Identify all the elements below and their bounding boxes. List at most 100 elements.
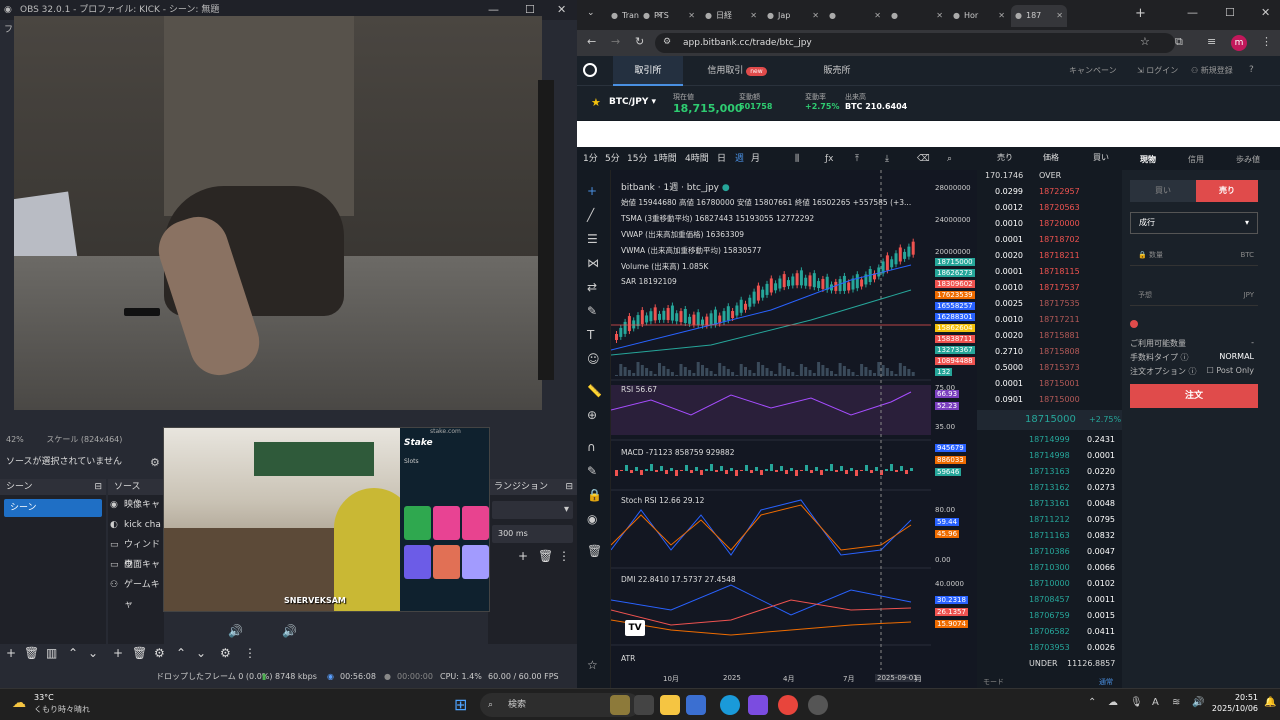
weather-temp[interactable]: 33°C xyxy=(34,693,54,702)
close-icon[interactable]: ✕ xyxy=(812,5,819,27)
tab-spot[interactable]: 現物 xyxy=(1140,154,1156,165)
eye-icon[interactable]: ◉ xyxy=(587,512,597,526)
up-icon[interactable]: ⌃ xyxy=(176,646,186,660)
bid-row[interactable]: 18713161 0.0048 xyxy=(977,496,1122,512)
star-icon[interactable]: ★ xyxy=(591,96,601,109)
audio-settings-icon[interactable]: ⚙ xyxy=(220,646,231,660)
bid-row[interactable]: 18713163 0.0220 xyxy=(977,464,1122,480)
browser-tab[interactable]: ● Hor ✕ xyxy=(949,5,1009,27)
interval-5[interactable]: 日 xyxy=(717,148,726,170)
crosshair-icon[interactable]: + xyxy=(587,184,597,198)
url-input[interactable]: app.bitbank.cc/trade/btc_jpy xyxy=(655,33,1175,53)
ask-row[interactable]: 0.0020 18715881 xyxy=(977,328,1122,344)
profile-avatar[interactable]: m xyxy=(1231,35,1247,51)
brush-icon[interactable]: ✎ xyxy=(587,304,597,318)
browser-tab[interactable]: ● ✕ xyxy=(887,5,947,27)
close-icon[interactable]: ✕ xyxy=(1261,6,1270,19)
copilot-icon[interactable] xyxy=(748,695,768,715)
bid-row[interactable]: 18706759 0.0015 xyxy=(977,608,1122,624)
browser-tab[interactable]: ● Jap ✕ xyxy=(763,5,823,27)
transition-duration[interactable]: 300 ms xyxy=(492,525,573,543)
order-button[interactable]: 注文 xyxy=(1130,384,1258,408)
pattern-icon[interactable]: ⋈ xyxy=(587,256,599,270)
mic-icon[interactable]: 🎙 xyxy=(1130,697,1143,708)
help-icon[interactable]: ? xyxy=(1249,65,1254,75)
chrome-icon[interactable] xyxy=(778,695,798,715)
interval-7[interactable]: 月 xyxy=(751,148,760,170)
add-scene-icon[interactable]: + xyxy=(6,646,16,660)
browser-tab[interactable]: ● 日経 ✕ xyxy=(701,5,761,27)
ask-row[interactable]: 0.0010 18717537 xyxy=(977,280,1122,296)
trash-icon[interactable]: 🗑 xyxy=(24,646,39,660)
notification-icon[interactable]: 🔔 xyxy=(1264,697,1276,708)
emoji-icon[interactable]: ☺ xyxy=(587,352,600,366)
task-view-icon[interactable] xyxy=(634,695,654,715)
forward-icon[interactable]: → xyxy=(611,35,620,48)
down-icon[interactable]: ⌄ xyxy=(196,646,206,660)
interval-3[interactable]: 1時間 xyxy=(653,148,677,170)
bid-row[interactable]: 18706582 0.0411 xyxy=(977,624,1122,640)
edge-icon[interactable] xyxy=(720,695,740,715)
minimize-icon[interactable]: — xyxy=(1187,6,1198,19)
ask-row[interactable]: 0.0901 18715000 xyxy=(977,392,1122,408)
sell-toggle[interactable]: 売り xyxy=(1196,180,1258,202)
bid-row[interactable]: 18710000 0.0102 xyxy=(977,576,1122,592)
filter-icon[interactable]: ▥ xyxy=(46,646,57,660)
pair-selector[interactable]: BTC/JPY ▾ xyxy=(609,97,656,107)
nav-exchange[interactable]: 取引所 xyxy=(613,56,683,86)
maximize-icon[interactable]: ☐ xyxy=(1225,6,1235,19)
file-explorer-icon[interactable] xyxy=(660,695,680,715)
volume-icon[interactable]: 🔊 xyxy=(1192,697,1204,708)
gear-icon[interactable]: ⚙ xyxy=(154,646,165,660)
trash-icon[interactable]: 🗑 xyxy=(587,544,602,558)
trash-icon[interactable]: 🗑 xyxy=(132,646,147,660)
ruler-icon[interactable]: 📏 xyxy=(587,384,602,398)
back-icon[interactable]: ← xyxy=(587,35,596,48)
indicators-icon[interactable]: ƒx xyxy=(825,148,834,170)
clock-date[interactable]: 2025/10/06 xyxy=(1208,704,1258,713)
bitbank-logo-icon[interactable] xyxy=(583,63,597,77)
fib-icon[interactable]: ☰ xyxy=(587,232,598,246)
more-icon[interactable]: ⋮ xyxy=(558,549,570,563)
close-icon[interactable]: ✕ xyxy=(874,5,881,27)
browser-tab[interactable]: ● 187 ✕ xyxy=(1011,5,1067,27)
tab-margin[interactable]: 信用 xyxy=(1188,154,1204,165)
zoom-icon[interactable]: ⌕ xyxy=(947,148,952,170)
interval-6[interactable]: 週 xyxy=(735,148,744,170)
order-type-select[interactable]: 成行 ▾ xyxy=(1130,212,1258,234)
post-only-checkbox[interactable]: ☐ Post Only xyxy=(1207,366,1254,375)
wifi-icon[interactable]: ≋ xyxy=(1172,697,1180,708)
reload-icon[interactable]: ↻ xyxy=(635,35,644,48)
chevron-up-icon[interactable]: ⌃ xyxy=(1088,697,1096,708)
close-icon[interactable]: ✕ xyxy=(557,0,566,20)
zoom-in-icon[interactable]: ⊕ xyxy=(587,408,597,422)
close-icon[interactable]: ✕ xyxy=(688,5,695,27)
upload-icon[interactable]: ⤒ xyxy=(855,148,859,170)
star-icon[interactable]: ☆ xyxy=(587,658,598,672)
interval-2[interactable]: 15分 xyxy=(627,148,647,170)
ask-row[interactable]: 0.0012 18720563 xyxy=(977,200,1122,216)
trendline-icon[interactable]: ╱ xyxy=(587,208,594,222)
transition-select[interactable]: ▾ xyxy=(492,501,573,519)
bid-row[interactable]: 18710386 0.0047 xyxy=(977,544,1122,560)
browser-tab[interactable]: ● ✕ xyxy=(825,5,885,27)
magnet-icon[interactable]: ∩ xyxy=(587,440,596,454)
bid-row[interactable]: 18703953 0.0026 xyxy=(977,640,1122,656)
up-icon[interactable]: ⌃ xyxy=(68,646,78,660)
ask-row[interactable]: 0.0020 18718211 xyxy=(977,248,1122,264)
interval-4[interactable]: 4時間 xyxy=(685,148,709,170)
forecast-icon[interactable]: ⇄ xyxy=(587,280,597,294)
interval-1[interactable]: 5分 xyxy=(605,148,620,170)
menu-icon[interactable]: ⋮ xyxy=(1261,35,1272,48)
ime-icon[interactable]: A xyxy=(1152,697,1159,708)
obs-preview[interactable] xyxy=(14,16,542,410)
lock-icon[interactable]: 🔒 xyxy=(587,488,602,502)
eraser-icon[interactable]: ⌫ xyxy=(917,148,930,170)
zoom-level[interactable]: 42% xyxy=(6,435,24,444)
bid-row[interactable]: 18711212 0.0795 xyxy=(977,512,1122,528)
ask-row[interactable]: 0.0010 18720000 xyxy=(977,216,1122,232)
ask-row[interactable]: 0.0025 18717535 xyxy=(977,296,1122,312)
store-icon[interactable] xyxy=(686,695,706,715)
bid-row[interactable]: 18714999 0.2431 xyxy=(977,432,1122,448)
undock-icon[interactable]: ⊟ xyxy=(94,479,102,495)
